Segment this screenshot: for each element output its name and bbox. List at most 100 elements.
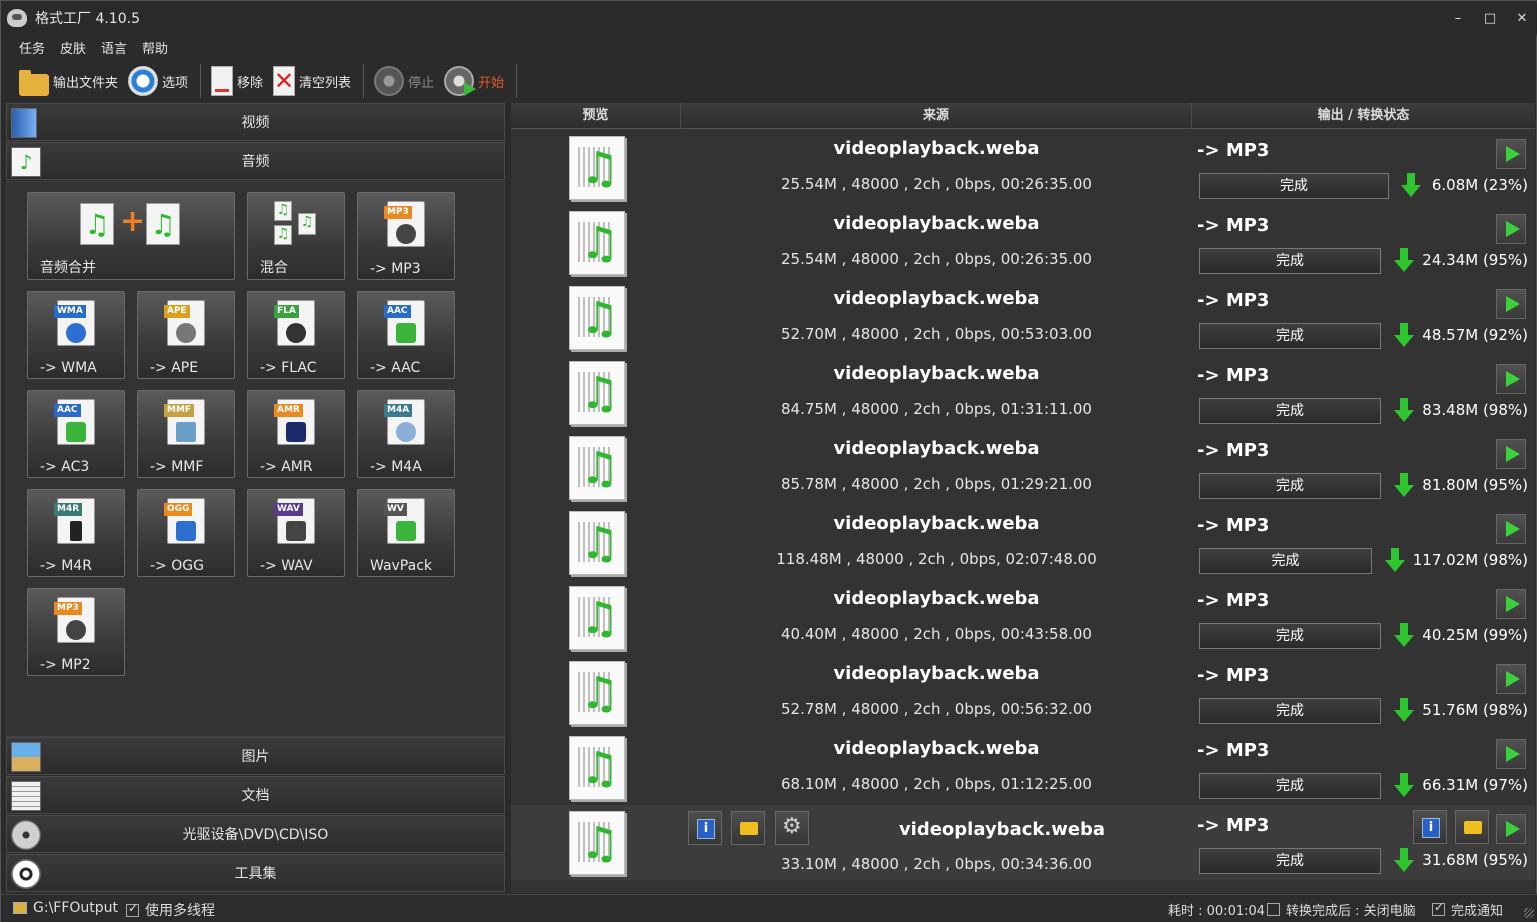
task-row[interactable]: videoplayback.weba 85.78M , 48000 , 2ch … [511, 430, 1535, 505]
category-video[interactable]: 视频 [6, 103, 505, 141]
output-info-button[interactable] [1413, 810, 1447, 844]
task-row[interactable]: videoplayback.weba 52.70M , 48000 , 2ch … [511, 280, 1535, 355]
task-row[interactable]: videoplayback.weba 52.78M , 48000 , 2ch … [511, 655, 1535, 730]
source-filename: videoplayback.weba [833, 738, 1040, 759]
play-button[interactable] [1496, 814, 1526, 844]
resize-grip-icon[interactable] [1524, 908, 1534, 918]
options-button[interactable]: 选项 [124, 62, 192, 100]
source-filename: videoplayback.weba [898, 819, 1106, 840]
notify-checkbox[interactable]: 完成通知 [1432, 900, 1503, 919]
status-badge: 完成 [1199, 548, 1372, 574]
task-row[interactable]: videoplayback.weba 84.75M , 48000 , 2ch … [511, 355, 1535, 430]
clear-list-button[interactable]: ✕ 清空列表 [269, 62, 355, 100]
menu-language[interactable]: 语言 [101, 38, 127, 57]
menu-skin[interactable]: 皮肤 [60, 38, 86, 57]
play-button[interactable] [1496, 139, 1526, 169]
play-button[interactable] [1496, 589, 1526, 619]
output-folder-button[interactable] [1455, 810, 1489, 844]
shutdown-checkbox[interactable]: 转换完成后 : 关闭电脑 [1267, 900, 1416, 919]
stop-button[interactable]: 停止 [370, 62, 438, 100]
task-row[interactable]: videoplayback.weba 25.54M , 48000 , 2ch … [511, 130, 1535, 205]
start-button[interactable]: 开始 [440, 62, 508, 100]
task-row[interactable]: videoplayback.weba 40.40M , 48000 , 2ch … [511, 580, 1535, 655]
mp3-file-icon: MP3 [384, 201, 425, 247]
tile-to-flac[interactable]: FLA -> FLAC [247, 291, 345, 379]
remove-label: 移除 [237, 75, 264, 91]
wv-file-icon: WV [384, 498, 425, 544]
down-arrow-icon [1394, 698, 1414, 724]
output-folder-button[interactable]: 输出文件夹 [15, 62, 122, 100]
category-tools-label: 工具集 [234, 866, 277, 882]
source-info: 25.54M , 48000 , 2ch , 0bps, 00:26:35.00 [781, 250, 1092, 268]
tile-label: -> AMR [260, 459, 313, 475]
down-arrow-icon [1394, 773, 1414, 799]
tile-label: 音频合并 [40, 260, 96, 276]
category-image[interactable]: 图片 [6, 737, 505, 775]
play-button[interactable] [1496, 289, 1526, 319]
menu-help[interactable]: 帮助 [142, 38, 168, 57]
tile-to-aac[interactable]: AAC -> AAC [357, 291, 455, 379]
maximize-button[interactable]: □ [1474, 1, 1506, 35]
minimize-button[interactable]: – [1442, 1, 1474, 35]
play-button[interactable] [1496, 739, 1526, 769]
column-preview[interactable]: 预览 [511, 103, 681, 129]
task-row[interactable]: videoplayback.weba 33.10M , 48000 , 2ch … [511, 805, 1535, 880]
category-disc[interactable]: 光驱设备\DVD\CD\ISO [6, 815, 505, 853]
play-button[interactable] [1496, 514, 1526, 544]
category-audio[interactable]: ♪ 音频 [6, 142, 505, 180]
tile-to-ogg[interactable]: OGG -> OGG [137, 489, 235, 577]
tile-to-mp3[interactable]: MP3 -> MP3 [357, 192, 455, 280]
play-button[interactable] [1496, 439, 1526, 469]
output-path[interactable]: G:\FFOutput [13, 900, 118, 916]
menu-task[interactable]: 任务 [19, 38, 45, 57]
title-bar: 格式工厂 4.10.5 – □ ✕ [1, 1, 1537, 35]
format-tag: APE [164, 305, 190, 318]
output-format: -> MP3 [1197, 440, 1270, 461]
tile-to-m4a[interactable]: M4A -> M4A [357, 390, 455, 478]
tile-to-ape[interactable]: APE -> APE [137, 291, 235, 379]
tile-to-amr[interactable]: AMR -> AMR [247, 390, 345, 478]
tile-label: -> MP2 [40, 657, 91, 673]
play-button[interactable] [1496, 364, 1526, 394]
task-row[interactable]: videoplayback.weba 25.54M , 48000 , 2ch … [511, 205, 1535, 280]
options-label: 选项 [162, 75, 189, 91]
source-info-button[interactable] [688, 811, 722, 845]
disc-icon [11, 820, 41, 850]
category-tools[interactable]: 工具集 [6, 854, 505, 892]
notify-label: 完成通知 [1451, 904, 1504, 919]
source-folder-button[interactable] [731, 811, 765, 845]
play-button[interactable] [1496, 214, 1526, 244]
image-icon [11, 742, 41, 772]
wav-file-icon: WAV [274, 498, 315, 544]
play-button[interactable] [1496, 664, 1526, 694]
music-note-icon: ♪ [11, 147, 41, 177]
column-output[interactable]: 输出 / 转换状态 [1192, 103, 1535, 129]
tile-to-m4r[interactable]: M4R -> M4R [27, 489, 125, 577]
output-size: 31.68M (95%) [1422, 851, 1528, 869]
down-arrow-icon [1385, 548, 1405, 574]
format-tag: WAV [274, 503, 303, 516]
task-row[interactable]: videoplayback.weba 118.48M , 48000 , 2ch… [511, 505, 1535, 580]
tile-to-wav[interactable]: WAV -> WAV [247, 489, 345, 577]
tile-mix[interactable]: ♫ ♫ ♫ 混合 [247, 192, 345, 280]
tile-audio-merge[interactable]: ♫ + ♫ 音频合并 [27, 192, 235, 280]
task-list-header: 预览 来源 输出 / 转换状态 [511, 103, 1535, 129]
tile-to-mp2[interactable]: MP3 -> MP2 [27, 588, 125, 676]
audio-file-thumbnail-icon [569, 136, 625, 200]
task-row[interactable]: videoplayback.weba 68.10M , 48000 , 2ch … [511, 730, 1535, 805]
drive-icon [13, 902, 27, 914]
close-button[interactable]: ✕ [1506, 1, 1537, 35]
format-tag: MP3 [384, 206, 412, 219]
stop-icon [374, 66, 405, 96]
music-note-glyph [176, 521, 196, 541]
column-source[interactable]: 来源 [681, 103, 1192, 129]
tile-to-mmf[interactable]: MMF -> MMF [137, 390, 235, 478]
down-arrow-icon [1394, 248, 1414, 274]
tile-to-ac3[interactable]: AAC -> AC3 [27, 390, 125, 478]
tile-label: -> MMF [150, 459, 204, 475]
remove-button[interactable]: 移除 [207, 62, 267, 100]
tile-wavpack[interactable]: WV WavPack [357, 489, 455, 577]
tile-to-wma[interactable]: WMA -> WMA [27, 291, 125, 379]
category-document[interactable]: 文档 [6, 776, 505, 814]
multithread-checkbox[interactable]: 使用多线程 [126, 900, 215, 920]
